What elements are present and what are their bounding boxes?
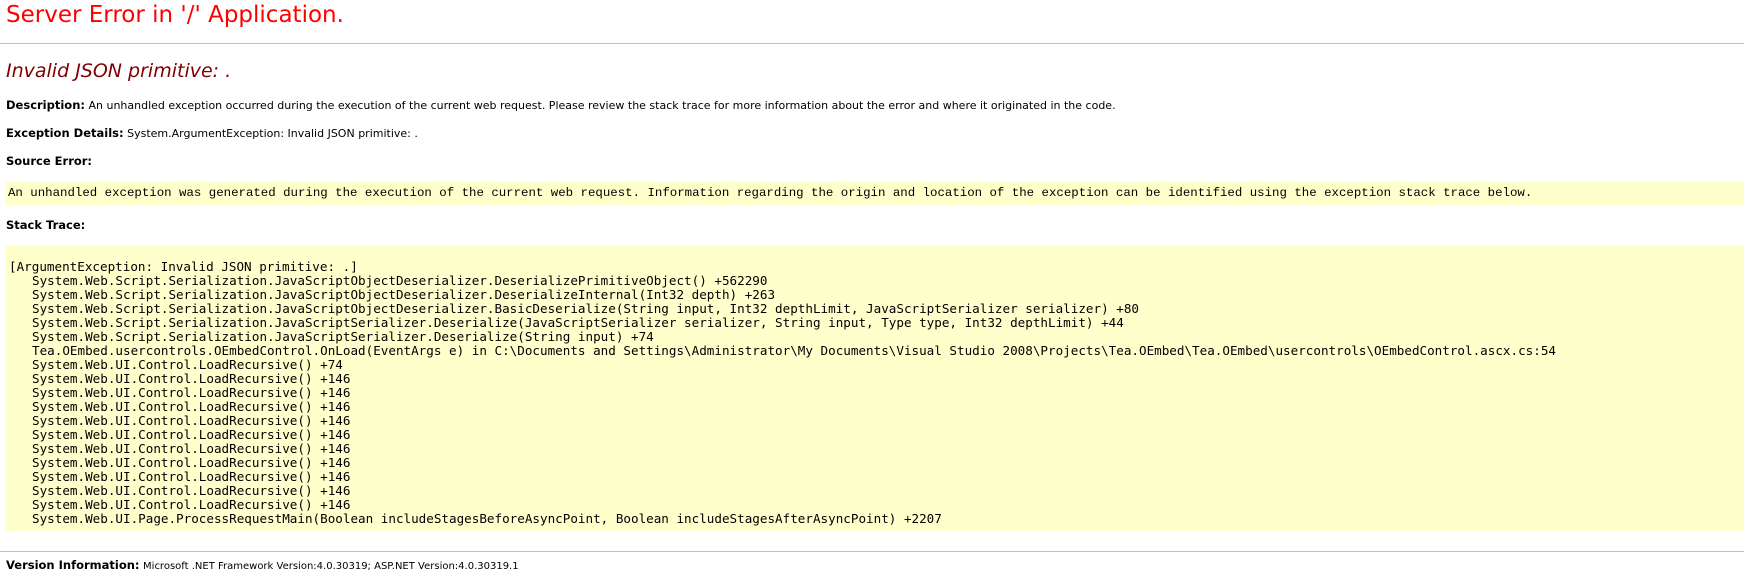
source-error-text: An unhandled exception was generated dur…: [8, 186, 1533, 200]
stack-frame: System.Web.UI.Control.LoadRecursive() +1…: [32, 399, 351, 414]
stack-frame: System.Web.UI.Control.LoadRecursive() +1…: [32, 385, 351, 400]
stack-trace-label: Stack Trace:: [6, 218, 86, 232]
version-information-label: Version Information:: [6, 558, 140, 572]
stack-frame: System.Web.UI.Control.LoadRecursive() +1…: [32, 455, 351, 470]
description-line: Description: An unhandled exception occu…: [6, 98, 1116, 113]
stack-frame: System.Web.UI.Control.LoadRecursive() +1…: [32, 469, 351, 484]
description-label: Description:: [6, 98, 85, 112]
error-page: Server Error in '/' Application. Invalid…: [0, 0, 1744, 588]
source-error-box: An unhandled exception was generated dur…: [5, 182, 1744, 205]
exception-details-line: Exception Details: System.ArgumentExcept…: [6, 126, 418, 141]
source-error-label: Source Error:: [6, 154, 93, 168]
version-divider: [0, 551, 1744, 552]
stack-frame: System.Web.UI.Control.LoadRecursive() +1…: [32, 413, 351, 428]
stack-frame: System.Web.Script.Serialization.JavaScri…: [32, 287, 776, 302]
stack-trace-heading: Stack Trace:: [6, 218, 85, 233]
exception-details-label: Exception Details:: [6, 126, 124, 140]
stack-frame: System.Web.UI.Control.LoadRecursive() +1…: [32, 483, 351, 498]
stack-frame: System.Web.Script.Serialization.JavaScri…: [32, 301, 1139, 316]
stack-frame: Tea.OEmbed.usercontrols.OEmbedControl.On…: [32, 343, 1556, 358]
exception-details-text: System.ArgumentException: Invalid JSON p…: [127, 127, 418, 140]
source-error-heading: Source Error:: [6, 154, 92, 169]
stack-frame: System.Web.UI.Control.LoadRecursive() +1…: [32, 497, 351, 512]
page-title: Server Error in '/' Application.: [6, 2, 344, 28]
stack-frame: System.Web.UI.Page.ProcessRequestMain(Bo…: [32, 511, 942, 526]
stack-frame: System.Web.UI.Control.LoadRecursive() +1…: [32, 427, 351, 442]
stack-frame: System.Web.Script.Serialization.JavaScri…: [32, 273, 768, 288]
stack-frame: System.Web.Script.Serialization.JavaScri…: [32, 329, 654, 344]
title-divider: [0, 43, 1744, 44]
stack-trace-header: [ArgumentException: Invalid JSON primiti…: [9, 259, 358, 274]
stack-trace-box: [ArgumentException: Invalid JSON primiti…: [5, 246, 1744, 531]
stack-frame: System.Web.UI.Control.LoadRecursive() +7…: [32, 357, 343, 372]
error-message: Invalid JSON primitive: .: [6, 60, 232, 82]
description-text: An unhandled exception occurred during t…: [88, 99, 1116, 112]
version-information-line: Version Information: Microsoft .NET Fram…: [6, 558, 519, 574]
stack-frame: System.Web.UI.Control.LoadRecursive() +1…: [32, 441, 351, 456]
stack-frame: System.Web.UI.Control.LoadRecursive() +1…: [32, 371, 351, 386]
stack-frame: System.Web.Script.Serialization.JavaScri…: [32, 315, 1124, 330]
version-information-text: Microsoft .NET Framework Version:4.0.303…: [143, 561, 519, 572]
